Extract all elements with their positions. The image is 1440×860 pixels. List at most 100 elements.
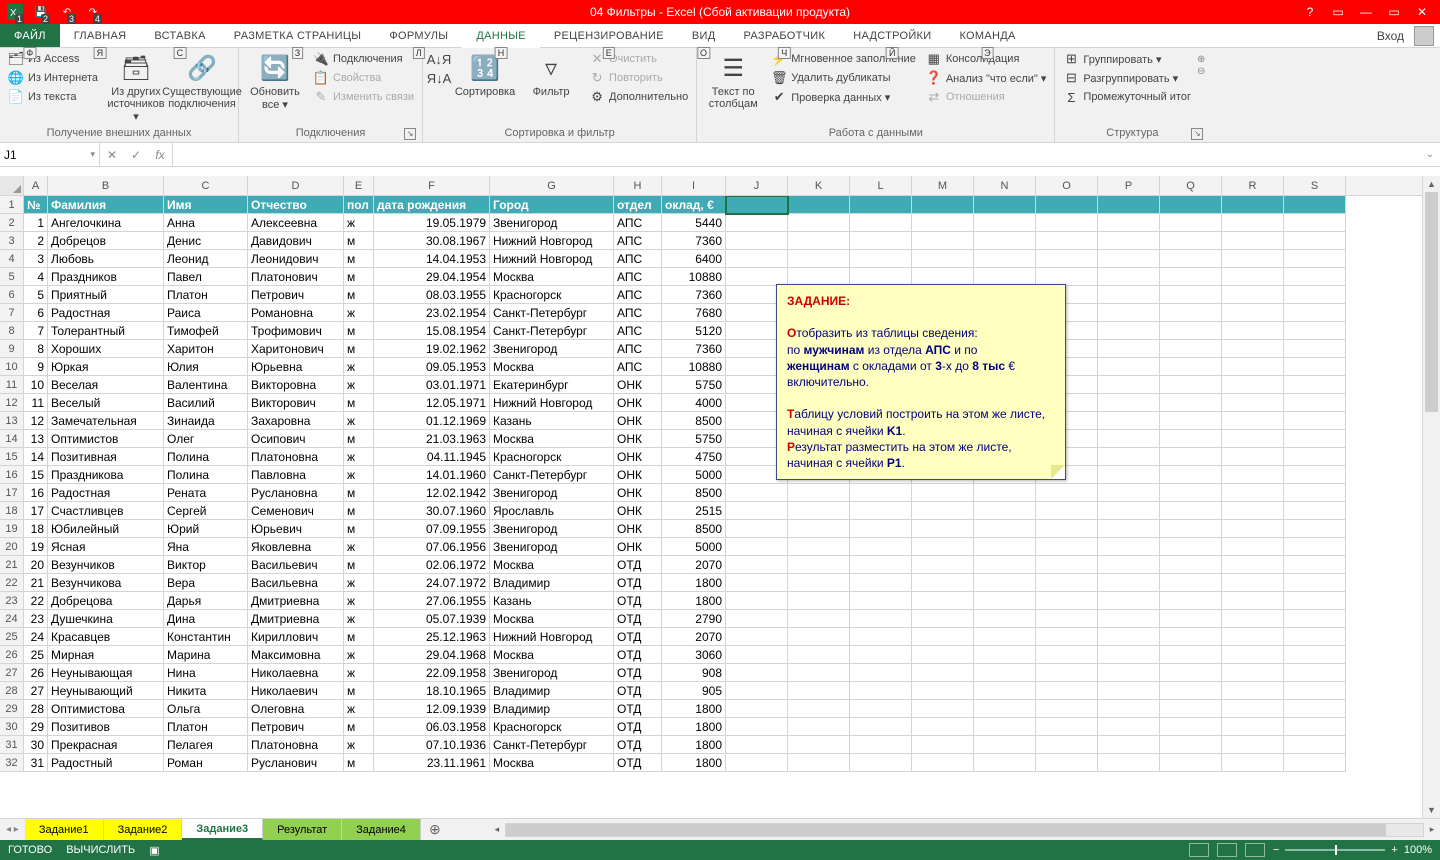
ungroup-button[interactable]: ⊟Разгруппировать ▾ (1059, 69, 1195, 87)
minimize-button[interactable]: — (1356, 5, 1376, 19)
cell[interactable]: 10880 (662, 268, 726, 286)
cell[interactable]: ОТД (614, 682, 662, 700)
cell[interactable]: ОНК (614, 430, 662, 448)
cell[interactable] (912, 214, 974, 232)
cell[interactable] (912, 754, 974, 772)
cell[interactable] (1098, 358, 1160, 376)
cell[interactable]: Нижний Новгород (490, 232, 614, 250)
cell[interactable]: 7360 (662, 232, 726, 250)
sheet-tab-Задание1[interactable]: Задание1 (25, 819, 104, 840)
cell[interactable] (726, 520, 788, 538)
cell[interactable]: Русланович (248, 754, 344, 772)
cell[interactable] (1160, 304, 1222, 322)
zoom-in-icon[interactable]: + (1391, 844, 1397, 856)
cell[interactable] (788, 646, 850, 664)
cell[interactable]: Санкт-Петербург (490, 736, 614, 754)
cell[interactable]: м (344, 232, 374, 250)
col-header-P[interactable]: P (1098, 176, 1160, 195)
col-header-R[interactable]: R (1222, 176, 1284, 195)
cell[interactable] (1222, 394, 1284, 412)
cell[interactable]: 1800 (662, 718, 726, 736)
cell[interactable]: 21.03.1963 (374, 430, 490, 448)
cell[interactable]: ОНК (614, 448, 662, 466)
cell[interactable]: 7360 (662, 286, 726, 304)
cell[interactable] (1284, 232, 1346, 250)
cell[interactable]: 24 (24, 628, 48, 646)
cell[interactable] (1284, 502, 1346, 520)
cell[interactable] (1098, 412, 1160, 430)
cell[interactable] (974, 646, 1036, 664)
cell[interactable] (1284, 304, 1346, 322)
cell[interactable] (974, 484, 1036, 502)
cell[interactable] (726, 214, 788, 232)
row-header[interactable]: 15 (0, 448, 24, 466)
cell[interactable]: 12.05.1971 (374, 394, 490, 412)
cell[interactable] (1284, 376, 1346, 394)
tab-nav[interactable]: ◂ ▸ (0, 819, 25, 840)
cell[interactable] (1160, 250, 1222, 268)
select-all-button[interactable] (0, 176, 24, 195)
cell[interactable] (1098, 664, 1160, 682)
cell[interactable]: 30.08.1967 (374, 232, 490, 250)
cell[interactable] (1284, 592, 1346, 610)
cell[interactable]: 12 (24, 412, 48, 430)
cell[interactable]: оклад, € (662, 196, 726, 214)
cell[interactable]: Харитонович (248, 340, 344, 358)
cell[interactable]: Олег (164, 430, 248, 448)
cell[interactable]: ж (344, 376, 374, 394)
cell[interactable] (1036, 610, 1098, 628)
cell[interactable]: ж (344, 304, 374, 322)
grid-rows[interactable]: 1№ФамилияИмяОтчествополдата рожденияГоро… (0, 196, 1422, 818)
cell[interactable]: Казань (490, 412, 614, 430)
cell[interactable]: Санкт-Петербург (490, 466, 614, 484)
cell[interactable] (726, 718, 788, 736)
cell[interactable]: ОТД (614, 556, 662, 574)
cell[interactable] (850, 718, 912, 736)
cell[interactable]: Праздников (48, 268, 164, 286)
cell[interactable] (1284, 628, 1346, 646)
cell[interactable]: Счастливцев (48, 502, 164, 520)
cell[interactable]: 14 (24, 448, 48, 466)
cell[interactable] (1222, 574, 1284, 592)
cell[interactable]: 19.05.1979 (374, 214, 490, 232)
cell[interactable]: Дмитриевна (248, 610, 344, 628)
cell[interactable]: 21 (24, 574, 48, 592)
cell[interactable] (850, 250, 912, 268)
cell[interactable] (1036, 196, 1098, 214)
cell[interactable] (726, 646, 788, 664)
tab-вставка[interactable]: ВСТАВКАС (140, 24, 219, 47)
cell[interactable] (1098, 556, 1160, 574)
cell[interactable]: 6400 (662, 250, 726, 268)
cell[interactable] (1284, 682, 1346, 700)
cell[interactable]: 08.03.1955 (374, 286, 490, 304)
cell[interactable] (788, 718, 850, 736)
cell[interactable] (1160, 466, 1222, 484)
cell[interactable] (1160, 700, 1222, 718)
cell[interactable]: Зинаида (164, 412, 248, 430)
cell[interactable]: 12.02.1942 (374, 484, 490, 502)
cell[interactable]: Ярославль (490, 502, 614, 520)
cell[interactable]: 28 (24, 700, 48, 718)
cell[interactable]: ОНК (614, 412, 662, 430)
existing-connections-button[interactable]: 🔗Существующие подключения (170, 50, 234, 112)
row-header[interactable]: 30 (0, 718, 24, 736)
cell[interactable] (1098, 232, 1160, 250)
tab-главная[interactable]: ГЛАВНАЯЯ (60, 24, 141, 47)
cell[interactable]: Звенигород (490, 520, 614, 538)
cell[interactable] (1098, 538, 1160, 556)
from-access-button[interactable]: 🗂Из Access (4, 50, 102, 68)
cell[interactable] (1284, 700, 1346, 718)
cell[interactable] (974, 502, 1036, 520)
cell[interactable]: ОНК (614, 502, 662, 520)
cell[interactable] (1160, 286, 1222, 304)
cell[interactable]: 03.01.1971 (374, 376, 490, 394)
cell[interactable]: м (344, 484, 374, 502)
cell[interactable]: Позитивов (48, 718, 164, 736)
cell[interactable]: м (344, 250, 374, 268)
cell[interactable] (974, 628, 1036, 646)
row-header[interactable]: 21 (0, 556, 24, 574)
cell[interactable]: Полина (164, 448, 248, 466)
cell[interactable]: ОТД (614, 700, 662, 718)
cell[interactable]: ж (344, 358, 374, 376)
cell[interactable]: Москва (490, 430, 614, 448)
